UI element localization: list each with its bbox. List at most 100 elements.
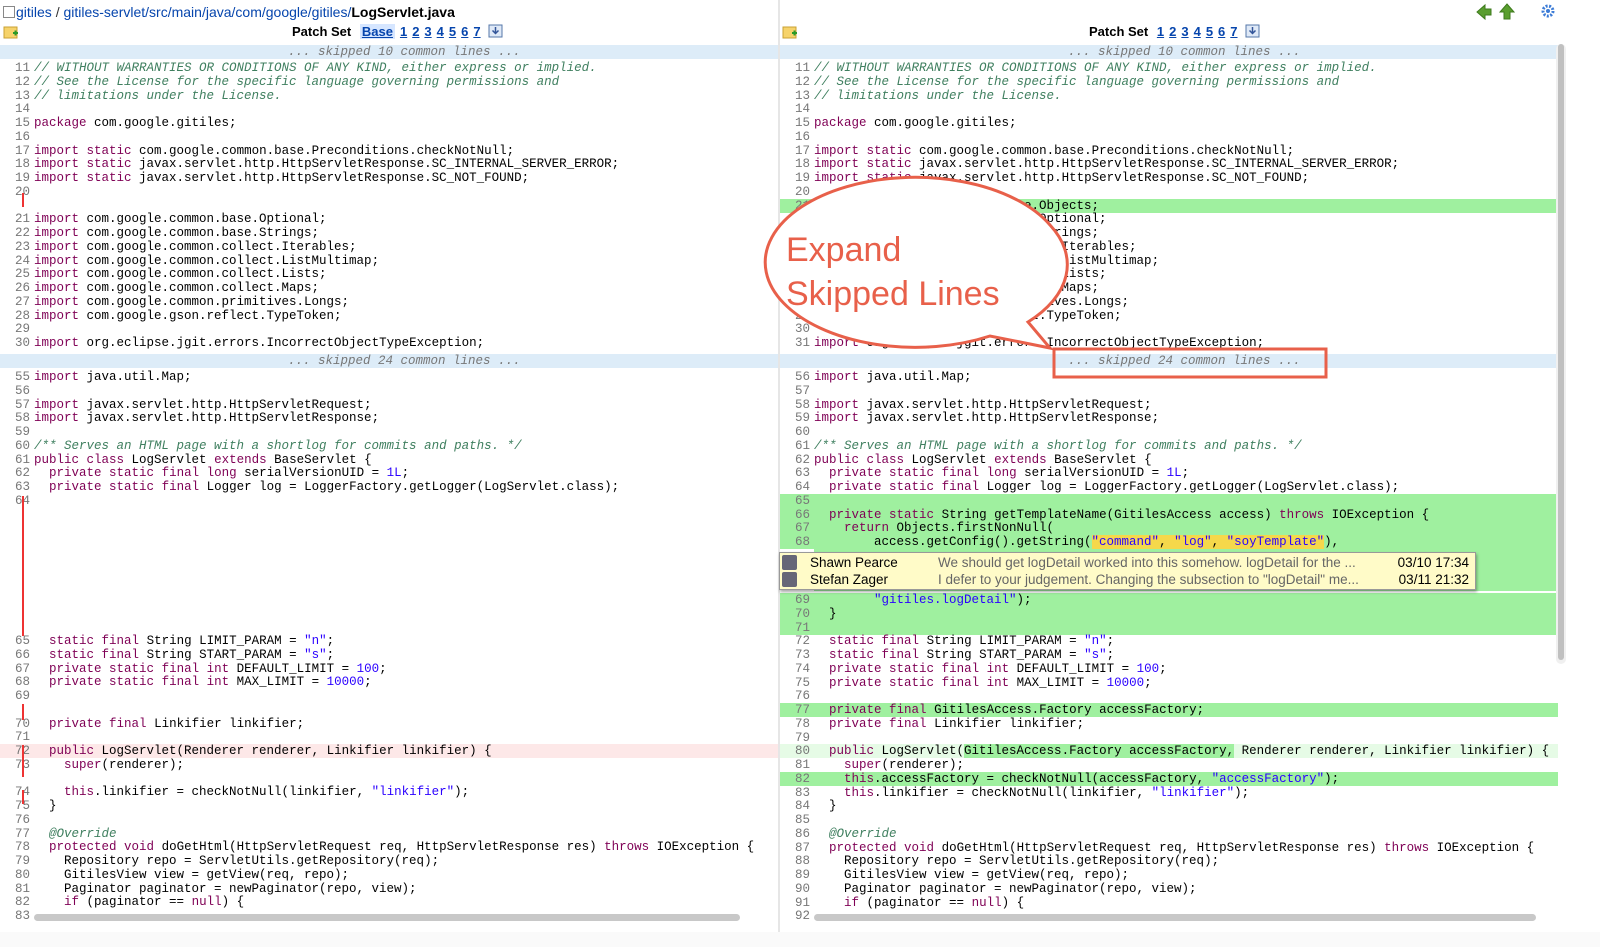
- right-code-line[interactable]: 11 // WITHOUT WARRANTIES OR CONDITIONS OF…: [780, 61, 1558, 75]
- line-number[interactable]: 26: [0, 281, 30, 295]
- right-code-line[interactable]: 62 public class LogServlet extends BaseSe…: [780, 453, 1558, 467]
- line-number[interactable]: 56: [780, 370, 810, 384]
- line-number[interactable]: 18: [780, 157, 810, 171]
- line-number[interactable]: 18: [0, 157, 30, 171]
- line-number[interactable]: 81: [780, 758, 810, 772]
- line-number[interactable]: 63: [780, 466, 810, 480]
- line-number[interactable]: 69: [780, 593, 810, 607]
- line-number[interactable]: 70: [780, 607, 810, 621]
- add-file-comment-icon-right[interactable]: [782, 25, 798, 41]
- line-number[interactable]: 16: [0, 130, 30, 144]
- line-number[interactable]: 21: [780, 199, 810, 213]
- line-number[interactable]: 62: [780, 453, 810, 467]
- left-code-line[interactable]: 73 super(renderer);: [0, 758, 778, 772]
- line-number[interactable]: 59: [780, 411, 810, 425]
- right-code-line[interactable]: 86 @Override: [780, 827, 1558, 841]
- right-code-line[interactable]: 16: [780, 130, 1558, 144]
- line-number[interactable]: 61: [780, 439, 810, 453]
- left-code-line[interactable]: 62 private static final long serialVersi…: [0, 466, 778, 480]
- line-number[interactable]: 79: [0, 854, 30, 868]
- right-code-line[interactable]: 81 super(renderer);: [780, 758, 1558, 772]
- line-number[interactable]: 68: [0, 675, 30, 689]
- line-number[interactable]: 14: [0, 102, 30, 116]
- left-patchset-link[interactable]: 7: [473, 24, 480, 39]
- left-code-line[interactable]: 20: [0, 185, 778, 199]
- line-number[interactable]: 74: [780, 662, 810, 676]
- line-number[interactable]: 64: [780, 480, 810, 494]
- skip-label[interactable]: ... skipped 24 common lines ...: [288, 354, 521, 368]
- settings-gear-icon[interactable]: [1540, 3, 1556, 19]
- right-code-line[interactable]: 22 import com.google.common.base.Optional…: [780, 212, 1558, 226]
- line-number[interactable]: 85: [780, 813, 810, 827]
- line-number[interactable]: 75: [0, 799, 30, 813]
- left-patchset-link[interactable]: 1: [400, 24, 407, 39]
- comment-row[interactable]: Shawn Pearce We should get logDetail wor…: [780, 554, 1475, 571]
- line-number[interactable]: 70: [0, 717, 30, 731]
- line-number[interactable]: 82: [0, 895, 30, 909]
- line-number[interactable]: 13: [780, 89, 810, 103]
- line-number[interactable]: 65: [780, 494, 810, 508]
- left-code-line[interactable]: 15 package com.google.gitiles;: [0, 116, 778, 130]
- line-number[interactable]: 81: [0, 882, 30, 896]
- line-number[interactable]: 80: [780, 744, 810, 758]
- right-code-line[interactable]: 88 Repository repo = ServletUtils.getRep…: [780, 854, 1558, 868]
- line-number[interactable]: 87: [780, 841, 810, 855]
- left-skip-top-expander[interactable]: ... skipped 10 common lines ...: [0, 45, 778, 59]
- right-code-line[interactable]: 58 import javax.servlet.http.HttpServletR…: [780, 398, 1558, 412]
- line-number[interactable]: 72: [0, 744, 30, 758]
- left-code-line[interactable]: 14: [0, 102, 778, 116]
- line-number[interactable]: 15: [0, 116, 30, 130]
- right-code-line[interactable]: 83 this.linkifier = checkNotNull(linkifi…: [780, 786, 1558, 800]
- right-code-line[interactable]: 70 }: [780, 606, 1558, 621]
- right-patchset-link[interactable]: 2: [1169, 24, 1176, 39]
- left-code-line[interactable]: 81 Paginator paginator = newPaginator(re…: [0, 882, 778, 896]
- right-skip-top-expander[interactable]: ... skipped 10 common lines ...: [780, 45, 1558, 59]
- skip-label[interactable]: ... skipped 10 common lines ...: [1068, 45, 1301, 59]
- left-code-line[interactable]: 16: [0, 130, 778, 144]
- right-code-line[interactable]: 19 import static javax.servlet.http.HttpS…: [780, 171, 1558, 185]
- line-number[interactable]: 83: [780, 786, 810, 800]
- left-patchset-link[interactable]: 4: [437, 24, 444, 39]
- line-number[interactable]: 77: [0, 827, 30, 841]
- left-code-line[interactable]: 30 import org.eclipse.jgit.errors.Incorre…: [0, 336, 778, 350]
- right-code-line[interactable]: 77 private final GitilesAccess.Factory a…: [780, 703, 1558, 717]
- right-horizontal-scrollbar[interactable]: [814, 914, 1536, 921]
- line-number[interactable]: 68: [780, 535, 810, 549]
- left-code-line[interactable]: 61 public class LogServlet extends BaseSe…: [0, 453, 778, 467]
- line-number[interactable]: 57: [0, 398, 30, 412]
- line-number[interactable]: 19: [780, 171, 810, 185]
- line-number[interactable]: 22: [780, 212, 810, 226]
- line-number[interactable]: 82: [780, 772, 810, 786]
- right-patchset-link[interactable]: 1: [1157, 24, 1164, 39]
- line-number[interactable]: 76: [780, 689, 810, 703]
- line-number[interactable]: 24: [0, 254, 30, 268]
- left-code-line[interactable]: 19 import static javax.servlet.http.HttpS…: [0, 171, 778, 185]
- line-number[interactable]: 17: [0, 144, 30, 158]
- right-patchset-link[interactable]: 7: [1230, 24, 1237, 39]
- left-code-line[interactable]: 23 import com.google.common.collect.Itera…: [0, 240, 778, 254]
- right-code-line[interactable]: 63 private static final long serialVersi…: [780, 466, 1558, 480]
- line-number[interactable]: 11: [780, 61, 810, 75]
- left-patchset-link[interactable]: 6: [461, 24, 468, 39]
- left-patchset-link[interactable]: Base: [359, 24, 395, 39]
- line-number[interactable]: 75: [780, 676, 810, 690]
- line-number[interactable]: 30: [780, 322, 810, 336]
- right-code-line[interactable]: 75 private static final int MAX_LIMIT = …: [780, 676, 1558, 690]
- line-number[interactable]: 21: [0, 212, 30, 226]
- left-code-line[interactable]: 28 import com.google.gson.reflect.TypeTok…: [0, 309, 778, 323]
- right-code-line[interactable]: 91 if (paginator == null) {: [780, 896, 1558, 910]
- skip-label[interactable]: ... skipped 10 common lines ...: [288, 45, 521, 59]
- line-number[interactable]: 92: [780, 909, 810, 923]
- line-number[interactable]: 20: [780, 185, 810, 199]
- line-number[interactable]: 16: [780, 130, 810, 144]
- line-number[interactable]: 79: [780, 731, 810, 745]
- line-number[interactable]: 71: [0, 730, 30, 744]
- left-code-line[interactable]: 63 private static final Logger log = Log…: [0, 480, 778, 494]
- line-number[interactable]: 67: [0, 662, 30, 676]
- left-code-line[interactable]: 26 import com.google.common.collect.Maps;: [0, 281, 778, 295]
- line-number[interactable]: 78: [0, 840, 30, 854]
- left-code-line[interactable]: 70 private final Linkifier linkifier;: [0, 717, 778, 731]
- line-number[interactable]: 30: [0, 336, 30, 350]
- line-number[interactable]: 60: [780, 425, 810, 439]
- left-code-line[interactable]: 64: [0, 494, 778, 508]
